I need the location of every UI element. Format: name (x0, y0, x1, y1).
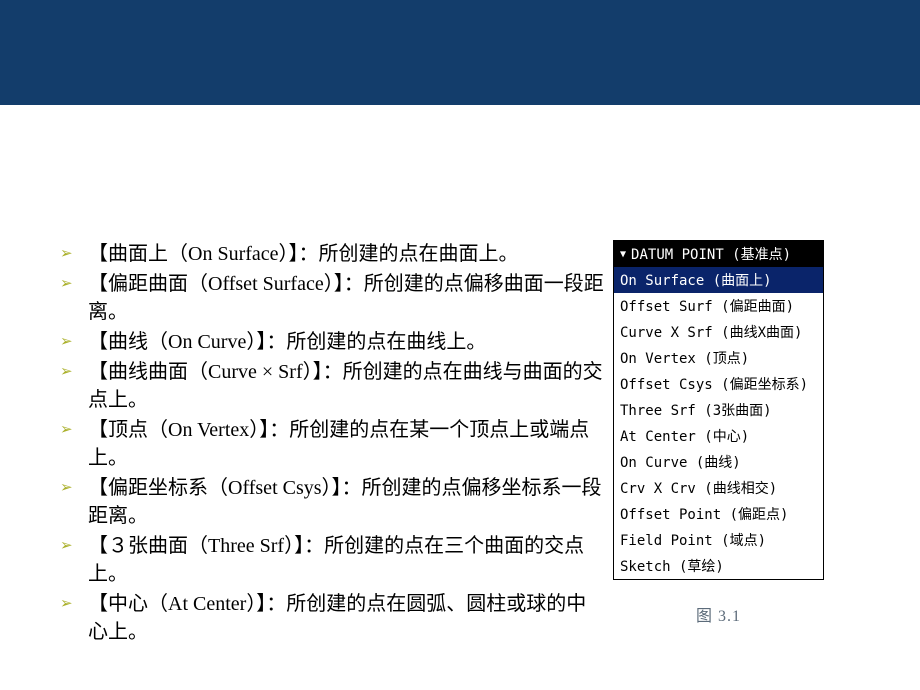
panel-row[interactable]: Offset Point (偏距点) (614, 501, 823, 527)
panel-row[interactable]: On Surface (曲面上) (614, 267, 823, 293)
bullet-term-en: On Surface (188, 243, 279, 265)
bullet-text: 【偏距曲面（Offset Surface）】：所创建的点偏移曲面一段距离。 (88, 270, 605, 326)
panel-title: DATUM POINT (基准点) (631, 244, 791, 264)
bullet-marker-icon: ➢ (60, 358, 88, 414)
figure-caption: 图 3.1 (696, 602, 741, 626)
panel-row[interactable]: Sketch (草绘) (614, 553, 823, 579)
bullet-text: 【顶点（On Vertex）】：所创建的点在某一个顶点上或端点上。 (88, 416, 605, 472)
bullet-item: ➢【曲线（On Curve）】：所创建的点在曲线上。 (60, 328, 605, 356)
bullet-item: ➢【中心（At Center）】：所创建的点在圆弧、圆柱或球的中心上。 (60, 590, 605, 646)
bullet-term-en: At Center (168, 593, 246, 615)
bullet-list: ➢【曲面上（On Surface）】：所创建的点在曲面上。➢【偏距曲面（Offs… (60, 240, 605, 648)
datum-point-panel: ▼ DATUM POINT (基准点) On Surface (曲面上)Offs… (613, 240, 824, 580)
bullet-text: 【曲面上（On Surface）】：所创建的点在曲面上。 (88, 240, 605, 268)
title-bar (0, 0, 920, 105)
bullet-term-en: Curve × Srf (208, 361, 303, 383)
bullet-marker-icon: ➢ (60, 532, 88, 588)
panel-row[interactable]: On Vertex (顶点) (614, 345, 823, 371)
bullet-term-en: On Vertex (168, 419, 249, 441)
panel-row[interactable]: Field Point (域点) (614, 527, 823, 553)
bullet-marker-icon: ➢ (60, 328, 88, 356)
bullet-item: ➢【偏距曲面（Offset Surface）】：所创建的点偏移曲面一段距离。 (60, 270, 605, 326)
panel-header[interactable]: ▼ DATUM POINT (基准点) (614, 241, 823, 267)
bullet-term-en: Offset Csys (228, 477, 322, 499)
panel-row[interactable]: Offset Csys (偏距坐标系) (614, 371, 823, 397)
panel-body: On Surface (曲面上)Offset Surf (偏距曲面)Curve … (614, 267, 823, 579)
bullet-item: ➢【３张曲面（Three Srf）】：所创建的点在三个曲面的交点上。 (60, 532, 605, 588)
bullet-text: 【曲线曲面（Curve × Srf）】：所创建的点在曲线与曲面的交点上。 (88, 358, 605, 414)
bullet-item: ➢【曲线曲面（Curve × Srf）】：所创建的点在曲线与曲面的交点上。 (60, 358, 605, 414)
content-area: ➢【曲面上（On Surface）】：所创建的点在曲面上。➢【偏距曲面（Offs… (0, 105, 920, 648)
bullet-term-en: Three Srf (208, 535, 284, 557)
bullet-text: 【中心（At Center）】：所创建的点在圆弧、圆柱或球的中心上。 (88, 590, 605, 646)
bullet-text: 【曲线（On Curve）】：所创建的点在曲线上。 (88, 328, 605, 356)
panel-row[interactable]: At Center (中心) (614, 423, 823, 449)
panel-row[interactable]: On Curve (曲线) (614, 449, 823, 475)
panel-row[interactable]: Curve X Srf (曲线X曲面) (614, 319, 823, 345)
panel-row[interactable]: Offset Surf (偏距曲面) (614, 293, 823, 319)
bullet-marker-icon: ➢ (60, 240, 88, 268)
bullet-marker-icon: ➢ (60, 270, 88, 326)
collapse-icon: ▼ (620, 249, 626, 260)
bullet-marker-icon: ➢ (60, 590, 88, 646)
bullet-term-en: Offset Surface (208, 273, 324, 295)
bullet-marker-icon: ➢ (60, 416, 88, 472)
panel-wrap: ▼ DATUM POINT (基准点) On Surface (曲面上)Offs… (613, 240, 824, 626)
bullet-item: ➢【偏距坐标系（Offset Csys）】：所创建的点偏移坐标系一段距离。 (60, 474, 605, 530)
bullet-item: ➢【顶点（On Vertex）】：所创建的点在某一个顶点上或端点上。 (60, 416, 605, 472)
panel-row[interactable]: Crv X Crv (曲线相交) (614, 475, 823, 501)
bullet-term-en: On Curve (168, 331, 246, 353)
bullet-text: 【偏距坐标系（Offset Csys）】：所创建的点偏移坐标系一段距离。 (88, 474, 605, 530)
bullet-marker-icon: ➢ (60, 474, 88, 530)
bullet-text: 【３张曲面（Three Srf）】：所创建的点在三个曲面的交点上。 (88, 532, 605, 588)
bullet-item: ➢【曲面上（On Surface）】：所创建的点在曲面上。 (60, 240, 605, 268)
panel-row[interactable]: Three Srf (3张曲面) (614, 397, 823, 423)
